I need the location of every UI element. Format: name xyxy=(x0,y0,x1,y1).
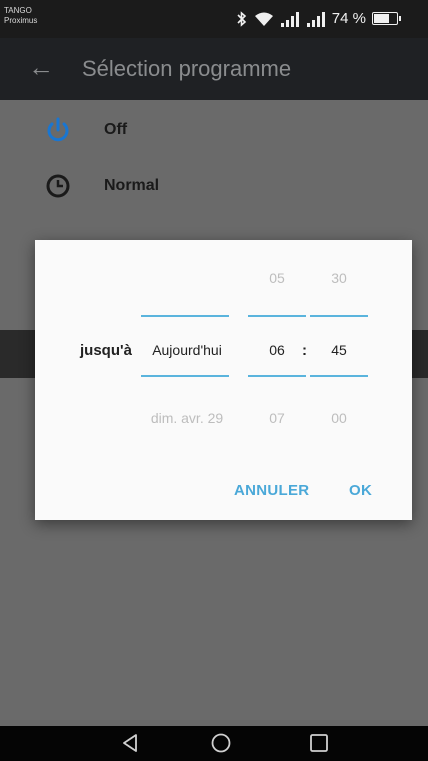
minute-prev[interactable]: 30 xyxy=(310,270,368,286)
page-title: Sélection programme xyxy=(82,56,292,81)
date-divider-bottom xyxy=(141,375,229,377)
battery-fill xyxy=(374,14,389,23)
status-bar: TANGO Proximus 74 % xyxy=(0,0,428,38)
date-time-picker-dialog: jusqu'à Aujourd'hui dim. avr. 29 05 06 0… xyxy=(35,240,412,520)
system-nav-bar xyxy=(0,726,428,761)
date-divider-top xyxy=(141,315,229,317)
hour-next[interactable]: 07 xyxy=(248,410,306,426)
minute-selected[interactable]: 45 xyxy=(310,342,368,358)
list-item-off[interactable]: Off xyxy=(0,102,428,158)
triangle-back-icon[interactable] xyxy=(119,731,141,755)
square-recents-icon[interactable] xyxy=(307,731,331,755)
status-indicators: 74 % xyxy=(236,10,401,27)
clock-icon xyxy=(46,174,70,198)
cancel-button[interactable]: ANNULER xyxy=(234,482,309,499)
minute-divider-top xyxy=(310,315,368,317)
hour-divider-bottom xyxy=(248,375,306,377)
circle-home-icon[interactable] xyxy=(209,731,233,755)
hour-selected[interactable]: 06 xyxy=(248,342,306,358)
power-icon xyxy=(47,117,69,142)
signal-icon-2 xyxy=(306,11,325,27)
carrier-line1: TANGO xyxy=(4,6,32,15)
minute-next[interactable]: 00 xyxy=(310,410,368,426)
carrier-line2: Proximus xyxy=(4,16,38,25)
app-bar: ← Sélection programme xyxy=(0,38,428,100)
bluetooth-icon xyxy=(237,10,246,27)
list-item-normal[interactable]: Normal xyxy=(0,158,428,214)
signal-icon-1 xyxy=(280,11,299,27)
ok-button[interactable]: OK xyxy=(349,482,372,499)
battery-icon xyxy=(372,12,401,25)
hour-prev[interactable]: 05 xyxy=(248,270,306,286)
date-selected[interactable]: Aujourd'hui xyxy=(140,342,234,358)
minute-divider-bottom xyxy=(310,375,368,377)
battery-percent: 74 % xyxy=(331,10,366,27)
date-next[interactable]: dim. avr. 29 xyxy=(140,410,234,426)
carrier-name: TANGO Proximus xyxy=(4,6,37,26)
wifi-icon xyxy=(254,12,273,26)
time-separator: : xyxy=(302,342,307,359)
list-item-label: Normal xyxy=(104,177,160,194)
hour-divider-top xyxy=(248,315,306,317)
until-label: jusqu'à xyxy=(80,342,132,359)
list-item-label: Off xyxy=(104,121,128,138)
arrow-left-icon[interactable]: ← xyxy=(28,52,54,83)
